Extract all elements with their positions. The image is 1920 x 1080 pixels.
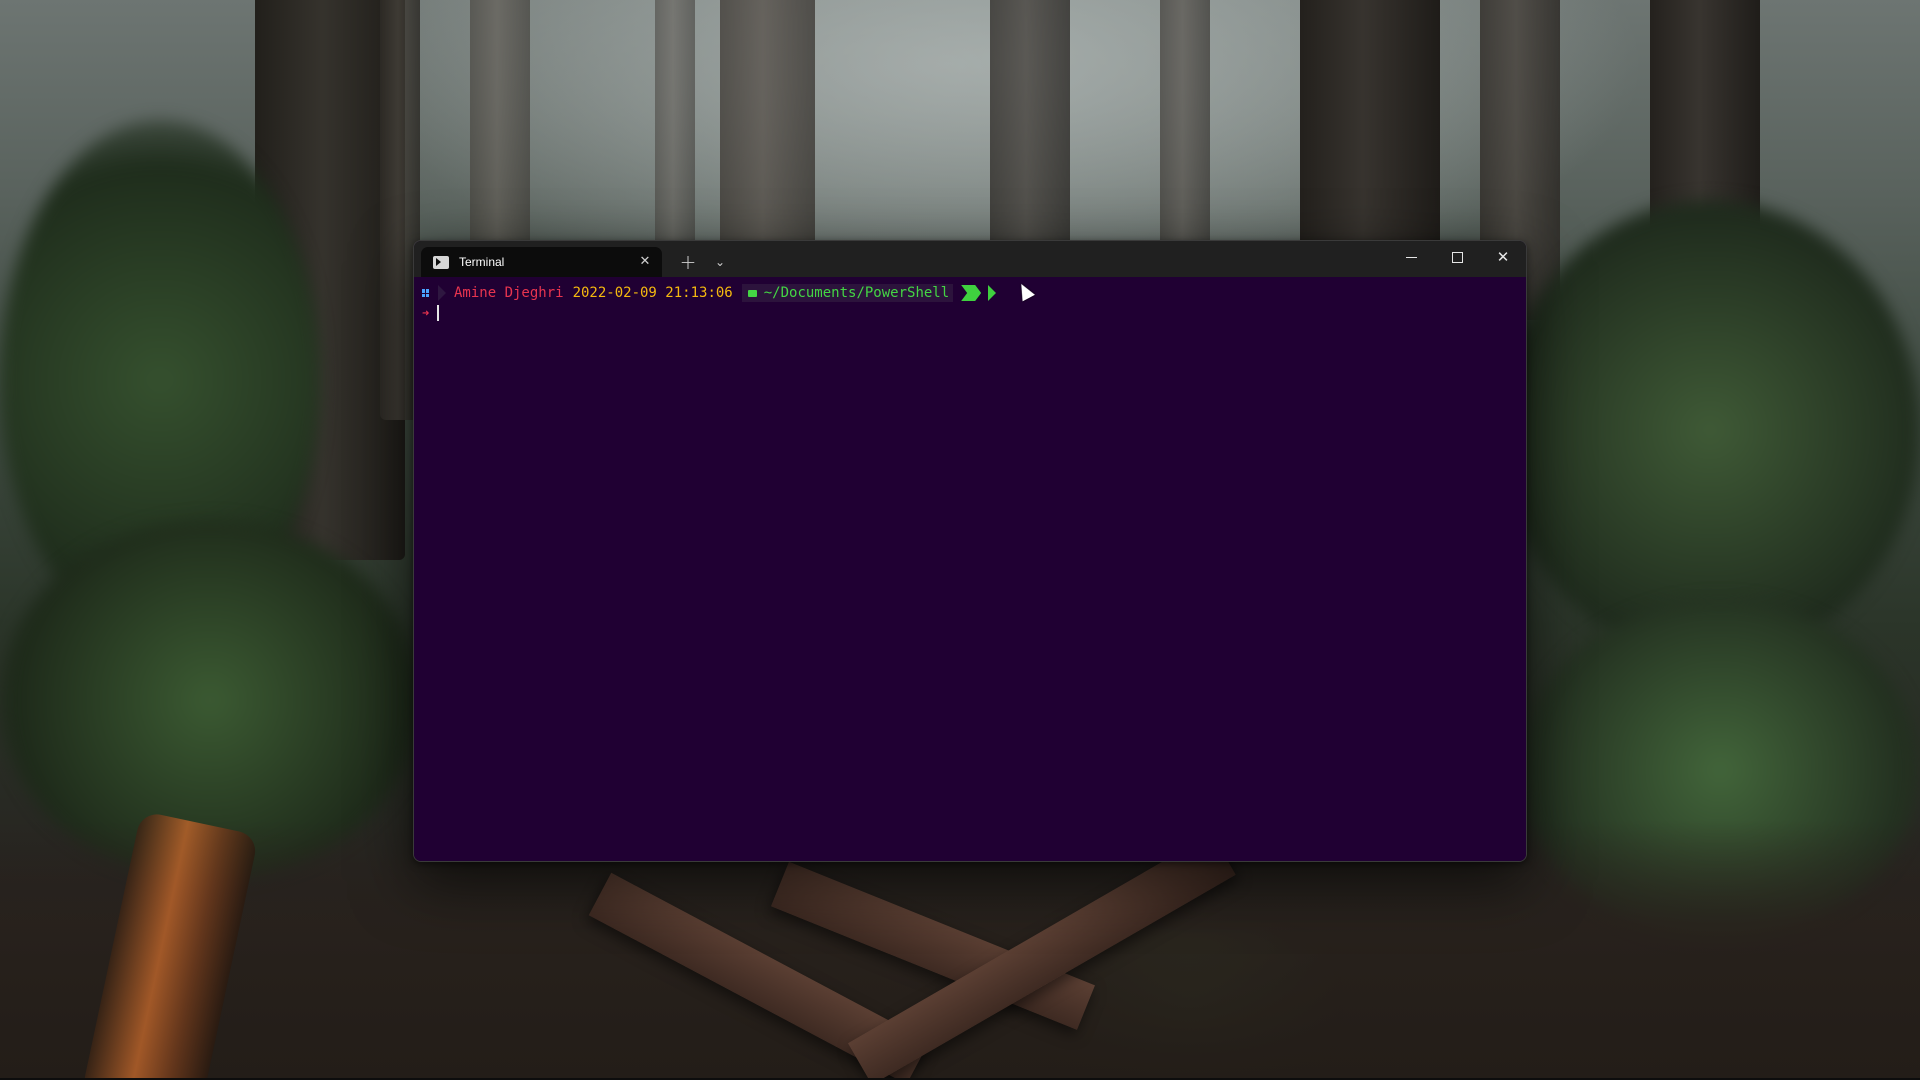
minimize-icon — [1405, 256, 1417, 258]
tree-trunk — [1160, 0, 1210, 250]
tab-title: Terminal — [459, 255, 505, 269]
tab-terminal[interactable]: Terminal ✕ — [421, 247, 662, 277]
prompt-datetime: 2022-02-09 21:13:06 — [572, 285, 733, 301]
maximize-icon — [1451, 251, 1463, 263]
title-bar[interactable]: Terminal ✕ + ⌄ ✕ — [414, 241, 1526, 277]
tab-close-icon[interactable]: ✕ — [638, 255, 652, 269]
window-controls: ✕ — [1388, 241, 1526, 273]
new-tab-button[interactable]: + — [672, 247, 704, 277]
prompt-char-icon: ➜ — [422, 306, 430, 320]
chevron-down-icon[interactable]: ⌄ — [704, 247, 736, 277]
tree-trunk — [990, 0, 1070, 250]
tree-trunk — [470, 0, 530, 260]
git-status-icon — [961, 285, 982, 301]
fern-foliage — [1500, 200, 1920, 660]
powershell-icon — [433, 255, 449, 269]
text-cursor[interactable] — [437, 305, 440, 321]
tree-trunk — [1300, 0, 1440, 250]
input-line[interactable]: ➜ — [422, 303, 1518, 323]
minimize-button[interactable] — [1388, 241, 1434, 273]
prompt-path: ~/Documents/PowerShell — [763, 285, 950, 301]
prompt-line: Amine Djeghri 2022-02-09 21:13:06 ~/Docu… — [422, 283, 1518, 303]
terminal-window[interactable]: Terminal ✕ + ⌄ ✕ Amine Djeghri 2022-02-0… — [413, 240, 1527, 862]
maximize-button[interactable] — [1434, 241, 1480, 273]
prompt-user: Amine Djeghri — [454, 285, 564, 301]
close-icon: ✕ — [1496, 247, 1510, 266]
terminal-output[interactable]: Amine Djeghri 2022-02-09 21:13:06 ~/Docu… — [414, 277, 1526, 861]
segment-separator-icon — [438, 285, 446, 301]
prompt-arrow-icon — [988, 285, 997, 301]
folder-icon — [747, 289, 757, 297]
prompt-path-segment: ~/Documents/PowerShell — [741, 284, 954, 302]
tree-trunk — [720, 0, 815, 250]
close-button[interactable]: ✕ — [1480, 241, 1526, 273]
windows-icon — [422, 289, 430, 297]
tree-trunk — [655, 0, 695, 250]
